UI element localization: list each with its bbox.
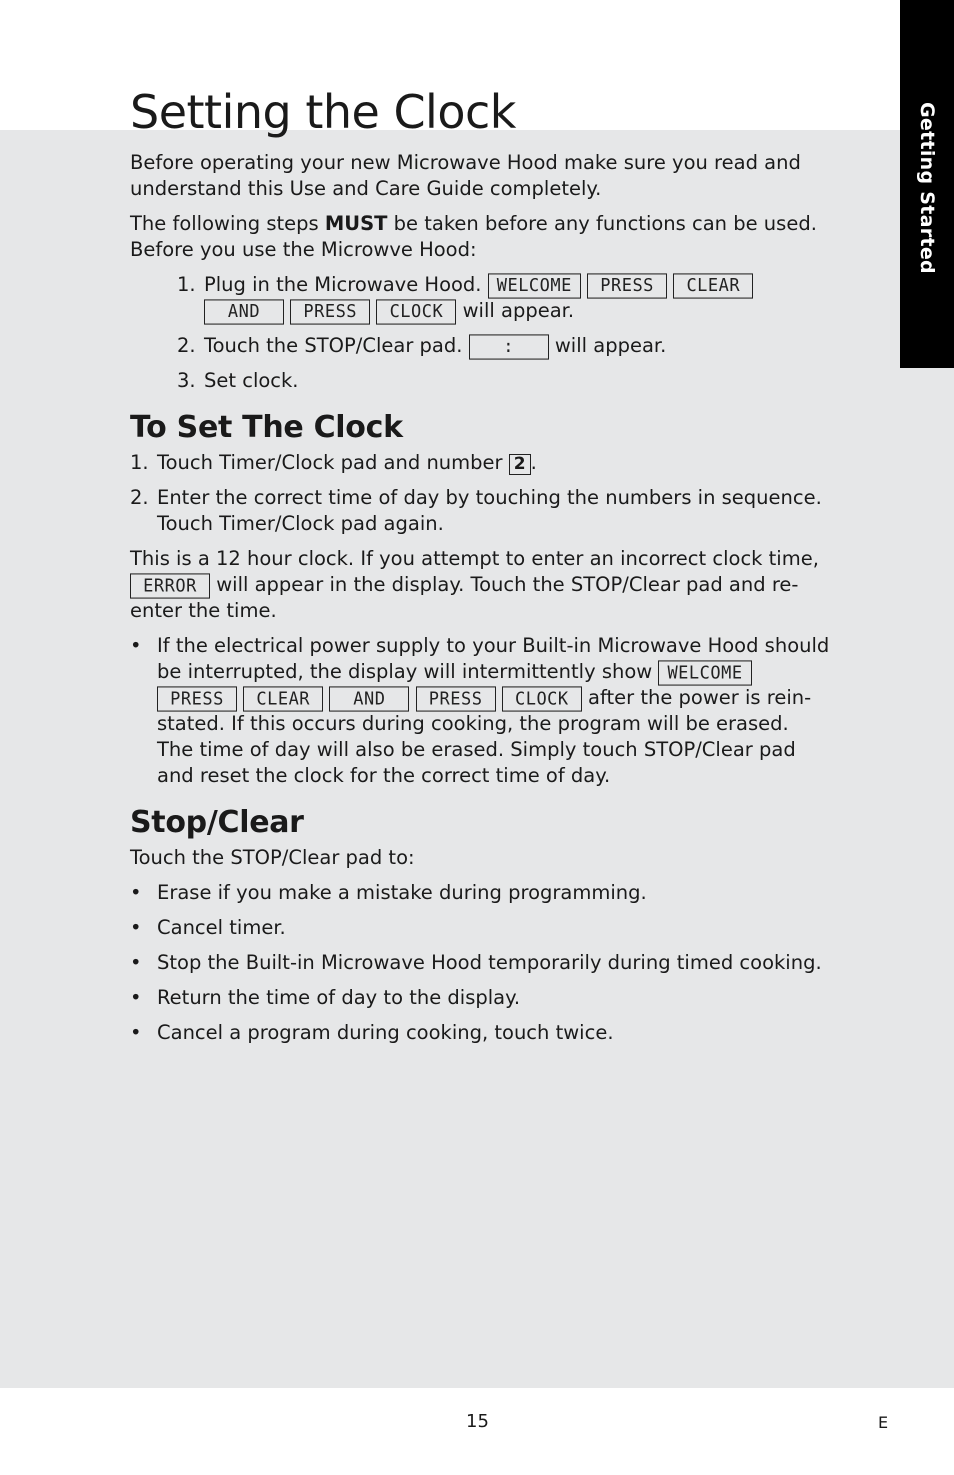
- power-interruption-bullet: • If the electrical power supply to your…: [130, 634, 830, 787]
- stop-clear-heading: Stop/Clear: [130, 805, 304, 840]
- set-clock-step: 1. Touch Timer/Clock pad and number 2.: [130, 451, 537, 475]
- setup-step: 1. Plug in the Microwave Hood. WELCOME P…: [177, 272, 830, 325]
- bullet-dot: •: [130, 986, 142, 1009]
- stop-clear-item: • Cancel a program during cooking, touch …: [130, 1021, 614, 1044]
- lcd-display: AND: [329, 686, 410, 712]
- bullet-dot: •: [130, 881, 142, 904]
- bullet-dot: •: [130, 634, 142, 657]
- twelve-hour-note: This is a 12 hour clock. If you attempt …: [130, 547, 819, 622]
- bullet-dot: •: [130, 916, 142, 939]
- stop-clear-item: • Erase if you make a mistake during prog…: [130, 881, 647, 904]
- language-marker: E: [878, 1413, 889, 1432]
- number-key-box: 2: [508, 454, 531, 475]
- intro-requirement: The following steps MUST be taken before…: [130, 212, 817, 261]
- setup-step: 2. Touch the STOP/Clear pad. : will appe…: [177, 333, 830, 360]
- bullet-dot: •: [130, 1021, 142, 1044]
- page-content: Setting the Clock Before operating your …: [130, 84, 830, 1055]
- lcd-display: ERROR: [130, 573, 210, 599]
- setup-step: 3. Set clock.: [177, 369, 299, 392]
- lcd-display: PRESS: [290, 299, 371, 325]
- set-clock-steps: 1. Touch Timer/Clock pad and number 2. 2…: [130, 450, 830, 537]
- lcd-display: WELCOME: [658, 660, 752, 686]
- lcd-display: CLOCK: [376, 299, 457, 325]
- power-interruption-list: • If the electrical power supply to your…: [130, 633, 830, 789]
- set-clock-heading: To Set The Clock: [130, 410, 403, 445]
- section-tab-label: Getting Started: [916, 102, 938, 274]
- lcd-display: CLOCK: [501, 686, 582, 712]
- lcd-display: AND: [204, 299, 284, 325]
- page-number: 15: [466, 1411, 489, 1432]
- lcd-display: :: [468, 334, 549, 360]
- intro-paragraph: Before operating your new Microwave Hood…: [130, 151, 801, 200]
- bullet-dot: •: [130, 951, 142, 974]
- lcd-display: CLEAR: [243, 686, 324, 712]
- stop-clear-item: • Cancel timer.: [130, 916, 286, 939]
- stop-clear-item: • Return the time of day to the display.: [130, 986, 521, 1009]
- stop-clear-intro: Touch the STOP/Clear pad to:: [130, 846, 415, 869]
- stop-clear-list: • Erase if you make a mistake during prog…: [130, 880, 830, 1046]
- setup-steps: 1. Plug in the Microwave Hood. WELCOME P…: [177, 272, 830, 394]
- must-emphasis: MUST: [324, 212, 388, 235]
- lcd-display: PRESS: [157, 686, 237, 712]
- stop-clear-item: • Stop the Built-in Microwave Hood tempor…: [130, 951, 822, 974]
- lcd-display: WELCOME: [487, 273, 581, 299]
- set-clock-step: 2. Enter the correct time of day by touc…: [130, 486, 822, 535]
- lcd-display: PRESS: [415, 686, 496, 712]
- lcd-display: CLEAR: [673, 273, 754, 299]
- lcd-display: PRESS: [587, 273, 668, 299]
- page-title: Setting the Clock: [130, 85, 516, 139]
